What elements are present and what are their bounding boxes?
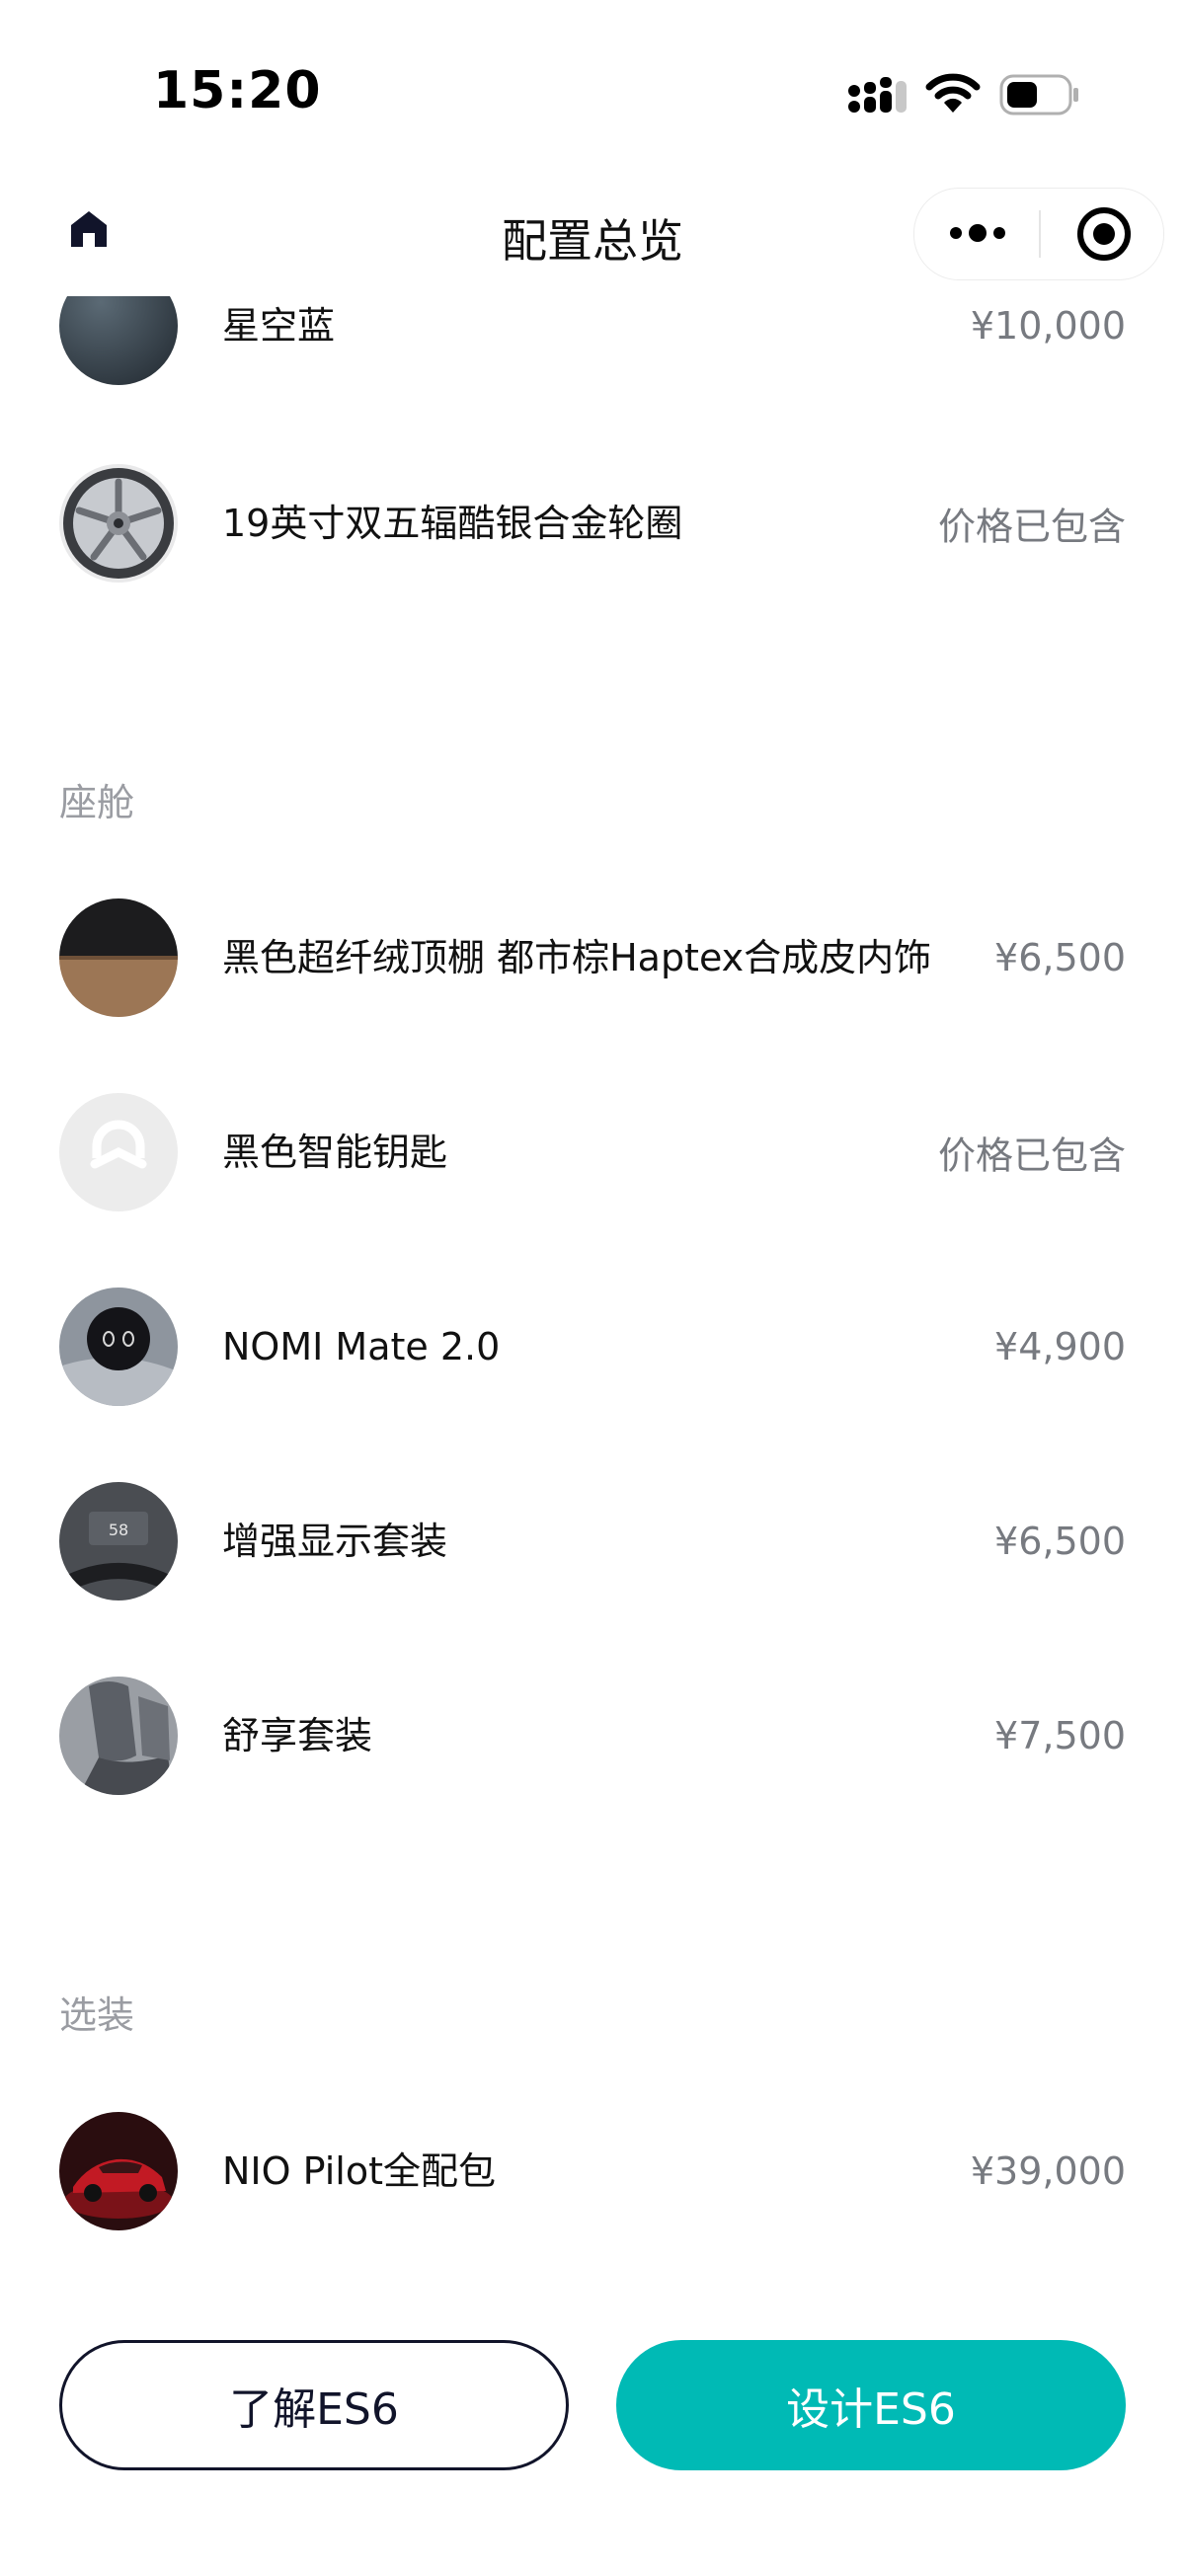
- item-price: 价格已包含: [937, 1133, 1126, 1178]
- signal-icon: [847, 77, 908, 120]
- item-name: 黑色智能钥匙: [222, 1131, 448, 1174]
- list-item[interactable]: 58 增强显示套装 ¥6,500: [59, 1477, 1126, 1605]
- seat-icon: [59, 1677, 178, 1795]
- interior-swatch-icon: [59, 898, 178, 1017]
- list-item[interactable]: 19英寸双五辐酷银合金轮圈 价格已包含: [59, 459, 1126, 587]
- status-bar: 15:20: [0, 0, 1185, 188]
- nav-bar: 配置总览: [0, 188, 1185, 296]
- mini-program-capsule: [913, 188, 1164, 280]
- item-name: 增强显示套装: [222, 1520, 448, 1563]
- wheel-icon: [59, 464, 178, 583]
- close-target-icon[interactable]: [1074, 204, 1134, 268]
- nio-key-icon: [59, 1093, 178, 1211]
- learn-es6-button[interactable]: 了解ES6: [59, 2340, 569, 2470]
- section-title-cabin: 座舱: [59, 781, 135, 824]
- config-list: 星空蓝 ¥10,000 19英寸双五辐酷银合金轮圈 价格已包含 座舱 黑色超纤绒…: [0, 267, 1185, 2271]
- section-title-options: 选装: [59, 1993, 135, 2037]
- battery-icon: [999, 74, 1080, 119]
- item-price: ¥10,000: [970, 304, 1126, 348]
- svg-text:58: 58: [109, 1521, 128, 1539]
- item-price: ¥6,500: [994, 936, 1126, 979]
- item-name: NIO Pilot全配包: [222, 2149, 496, 2193]
- item-price: ¥39,000: [970, 2149, 1126, 2193]
- item-name: 黑色超纤绒顶棚 都市棕Haptex合成皮内饰: [222, 936, 932, 979]
- item-name: 星空蓝: [222, 304, 336, 348]
- item-name: 19英寸双五辐酷银合金轮圈: [222, 502, 683, 545]
- list-item[interactable]: 黑色超纤绒顶棚 都市棕Haptex合成皮内饰 ¥6,500: [59, 894, 1126, 1022]
- list-item[interactable]: 舒享套装 ¥7,500: [59, 1672, 1126, 1800]
- status-time: 15:20: [153, 61, 322, 120]
- wifi-icon: [925, 71, 981, 118]
- list-item[interactable]: NOMI Mate 2.0 ¥4,900: [59, 1283, 1126, 1411]
- list-item[interactable]: NIO Pilot全配包 ¥39,000: [59, 2107, 1126, 2235]
- more-icon[interactable]: [946, 218, 1009, 252]
- item-price: ¥6,500: [994, 1520, 1126, 1563]
- hud-icon: 58: [59, 1482, 178, 1600]
- item-price: ¥7,500: [994, 1714, 1126, 1757]
- car-photo-icon: [59, 2112, 178, 2230]
- item-price: ¥4,900: [994, 1325, 1126, 1368]
- capsule-divider: [1039, 210, 1041, 258]
- design-es6-button[interactable]: 设计ES6: [616, 2340, 1126, 2470]
- item-name: NOMI Mate 2.0: [222, 1325, 501, 1368]
- list-item[interactable]: 黑色智能钥匙 价格已包含: [59, 1088, 1126, 1216]
- nomi-icon: [59, 1288, 178, 1406]
- item-price: 价格已包含: [937, 505, 1126, 549]
- item-name: 舒享套装: [222, 1714, 373, 1757]
